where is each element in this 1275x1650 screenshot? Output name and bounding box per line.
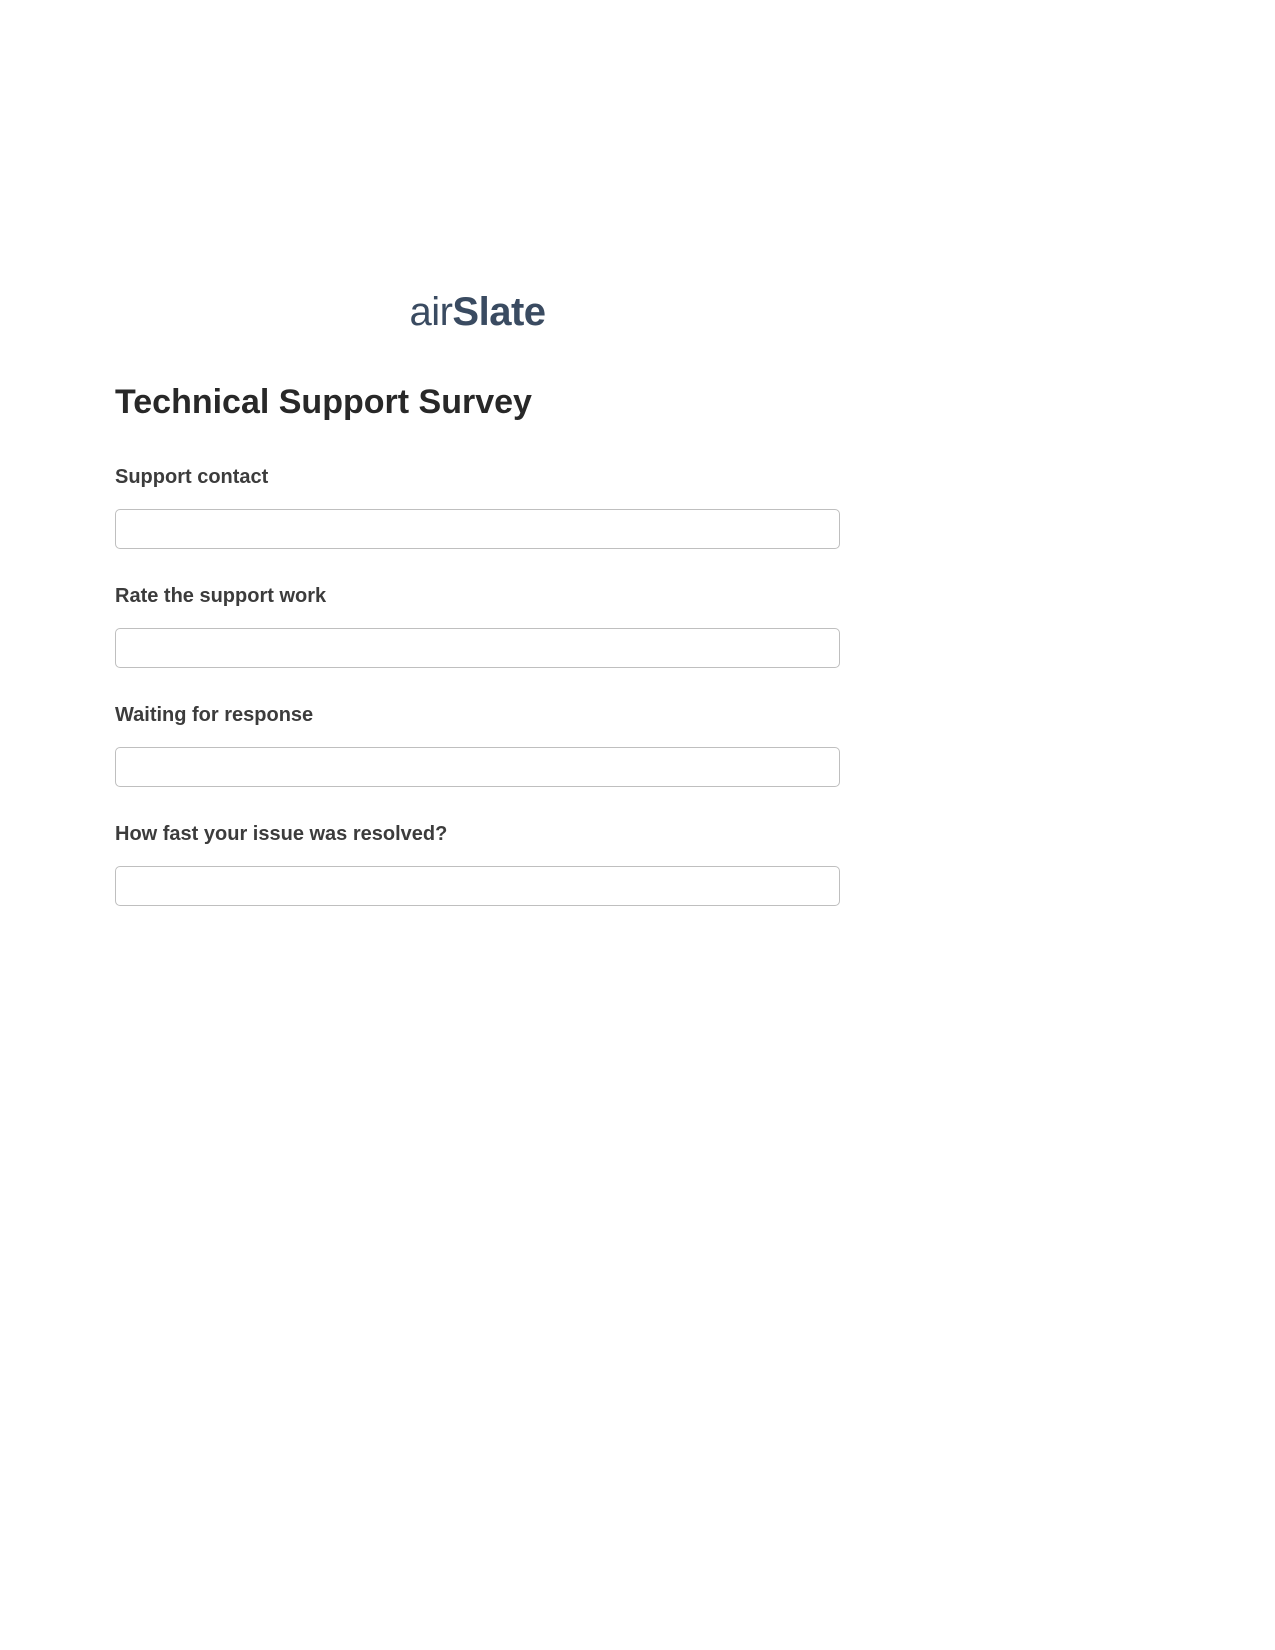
input-support-contact[interactable] [115,509,840,549]
label-resolution-speed: How fast your issue was resolved? [115,823,840,846]
field-group-rate-support: Rate the support work [115,585,840,668]
field-group-resolution-speed: How fast your issue was resolved? [115,823,840,906]
survey-container: airSlate Technical Support Survey Suppor… [115,290,840,942]
logo-part1: air [409,290,452,334]
airslate-logo: airSlate [409,290,545,335]
input-rate-support[interactable] [115,628,840,668]
input-resolution-speed[interactable] [115,866,840,906]
field-group-waiting-response: Waiting for response [115,704,840,787]
field-group-support-contact: Support contact [115,466,840,549]
input-waiting-response[interactable] [115,747,840,787]
label-waiting-response: Waiting for response [115,704,840,727]
label-rate-support: Rate the support work [115,585,840,608]
logo-part2: Slate [452,290,545,334]
logo-wrap: airSlate [115,290,840,335]
form-title: Technical Support Survey [115,383,840,422]
label-support-contact: Support contact [115,466,840,489]
